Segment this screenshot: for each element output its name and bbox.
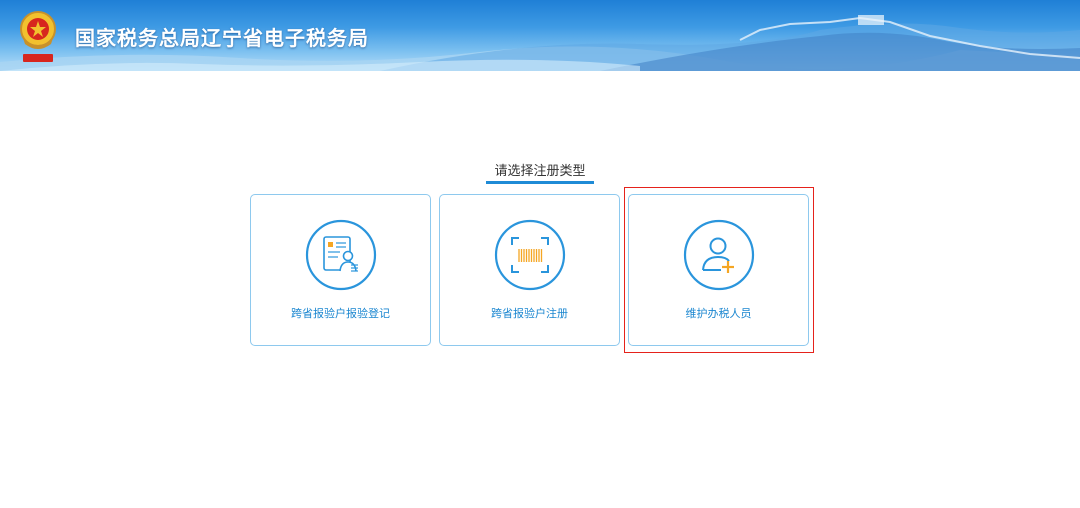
- register-card-cross-province-registration[interactable]: 跨省报验户注册: [439, 194, 620, 346]
- section-title: 请选择注册类型: [494, 164, 586, 179]
- card-label: 跨省报验户注册: [491, 307, 568, 320]
- site-title: 国家税务总局辽宁省电子税务局: [75, 26, 369, 50]
- selection-highlight-box: [624, 187, 814, 353]
- tax-emblem-logo: [20, 11, 56, 62]
- section-title-underline: [486, 181, 594, 184]
- card-label: 跨省报验户报验登记: [291, 307, 390, 320]
- header-banner: 国家税务总局辽宁省电子税务局: [0, 0, 1080, 71]
- barcode-scan-icon: [494, 219, 566, 291]
- id-card-person-icon: [305, 219, 377, 291]
- register-card-cross-province-verification[interactable]: 跨省报验户报验登记: [250, 194, 431, 346]
